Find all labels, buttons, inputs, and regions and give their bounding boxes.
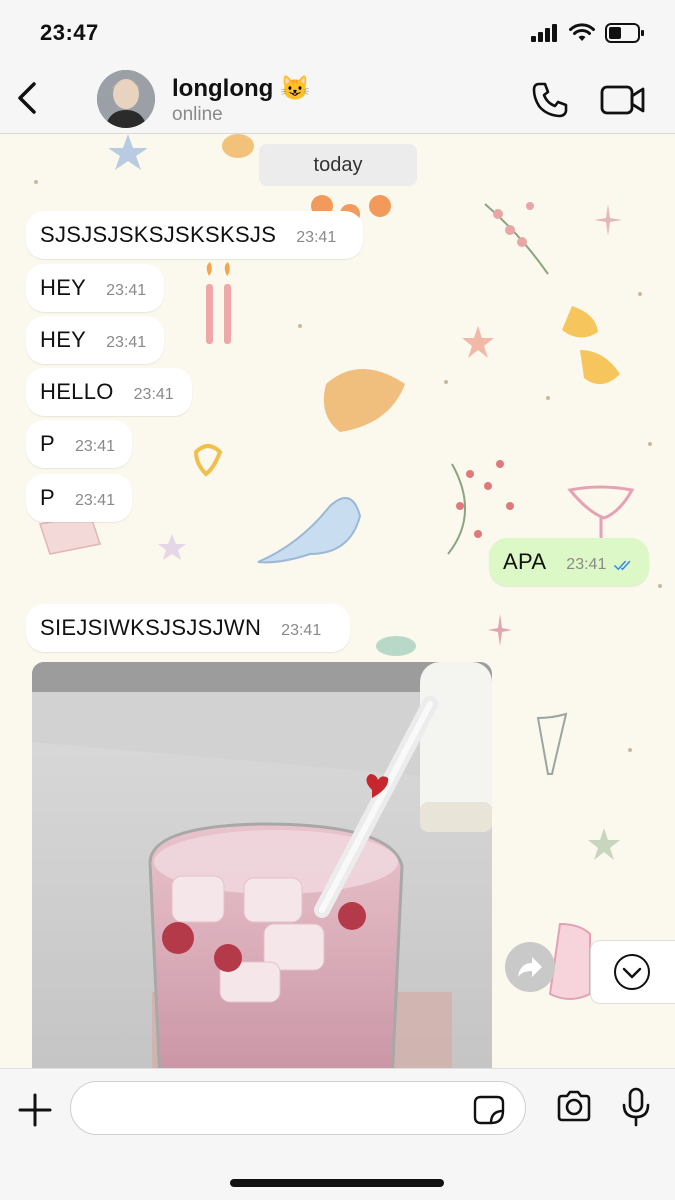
message-bubble[interactable]: HEY 23:41 xyxy=(26,316,164,364)
home-indicator xyxy=(230,1179,444,1187)
message-bubble[interactable]: HEY 23:41 xyxy=(26,264,164,312)
back-icon xyxy=(18,82,36,114)
scroll-to-bottom-button[interactable] xyxy=(590,940,675,1004)
avatar[interactable] xyxy=(97,70,155,128)
sticker-button[interactable] xyxy=(473,1095,505,1125)
back-button[interactable] xyxy=(12,80,42,116)
message-text: HELLO xyxy=(40,379,114,404)
contact-status: online xyxy=(172,104,223,125)
message-bubble[interactable]: P 23:41 xyxy=(26,420,132,468)
message-time: 23:41 xyxy=(106,282,147,299)
microphone-icon xyxy=(622,1087,650,1127)
photo-message[interactable] xyxy=(32,662,492,1068)
wifi-icon xyxy=(569,23,595,41)
message-time: 23:41 xyxy=(74,492,116,509)
message-time: 23:41 xyxy=(74,438,116,455)
camera-icon xyxy=(557,1090,591,1122)
video-camera-icon xyxy=(600,85,645,115)
message-time: 23:41 xyxy=(566,556,607,573)
message-bubble[interactable]: SJSJSJSKSJSKSKSJS 23:41 xyxy=(26,211,363,259)
message-text: P xyxy=(40,431,55,456)
chat-area[interactable]: today SJSJSJSKSJSKSKSJS 23:41 HEY 23:41 … xyxy=(0,134,675,1068)
attach-button[interactable] xyxy=(16,1091,54,1129)
message-text: P xyxy=(40,485,55,510)
voice-call-button[interactable] xyxy=(530,80,570,120)
plus-icon xyxy=(18,1093,52,1127)
contact-name[interactable]: longlong 😺 xyxy=(172,74,310,103)
avatar-image xyxy=(97,70,155,128)
photo-image xyxy=(32,662,492,1068)
sticker-icon xyxy=(473,1095,505,1125)
message-text: SIEJSIWKSJSJSJWN xyxy=(40,615,262,640)
chevron-down-circle-icon xyxy=(614,954,650,990)
message-time: 23:41 xyxy=(106,334,147,351)
input-bar xyxy=(0,1068,675,1200)
signal-icon xyxy=(531,24,557,42)
message-input[interactable] xyxy=(70,1081,526,1135)
message-time: 23:41 xyxy=(296,229,337,246)
message-text: SJSJSJSKSJSKSKSJS xyxy=(40,222,277,247)
message-text: APA xyxy=(503,549,547,574)
camera-button[interactable] xyxy=(555,1089,593,1125)
status-icons xyxy=(531,22,645,44)
chat-header: longlong 😺 online xyxy=(0,66,675,134)
message-text: HEY xyxy=(40,275,87,300)
message-time: 23:41 xyxy=(133,386,174,403)
message-time: 23:41 xyxy=(281,622,322,639)
message-bubble-outgoing[interactable]: APA 23:41 xyxy=(489,538,649,586)
date-separator: today xyxy=(259,144,417,186)
message-bubble[interactable]: P 23:41 xyxy=(26,474,132,522)
forward-icon xyxy=(518,957,542,977)
forward-button[interactable] xyxy=(505,942,555,992)
status-time: 23:47 xyxy=(40,20,99,45)
message-bubble[interactable]: SIEJSIWKSJSJSJWN 23:41 xyxy=(26,604,350,652)
video-call-button[interactable] xyxy=(600,82,646,118)
message-text: HEY xyxy=(40,327,87,352)
phone-icon xyxy=(532,82,568,118)
battery-icon xyxy=(605,23,644,43)
microphone-button[interactable] xyxy=(620,1087,652,1127)
status-bar: 23:47 xyxy=(0,0,675,66)
message-bubble[interactable]: HELLO 23:41 xyxy=(26,368,192,416)
read-receipt-icon xyxy=(614,560,631,571)
